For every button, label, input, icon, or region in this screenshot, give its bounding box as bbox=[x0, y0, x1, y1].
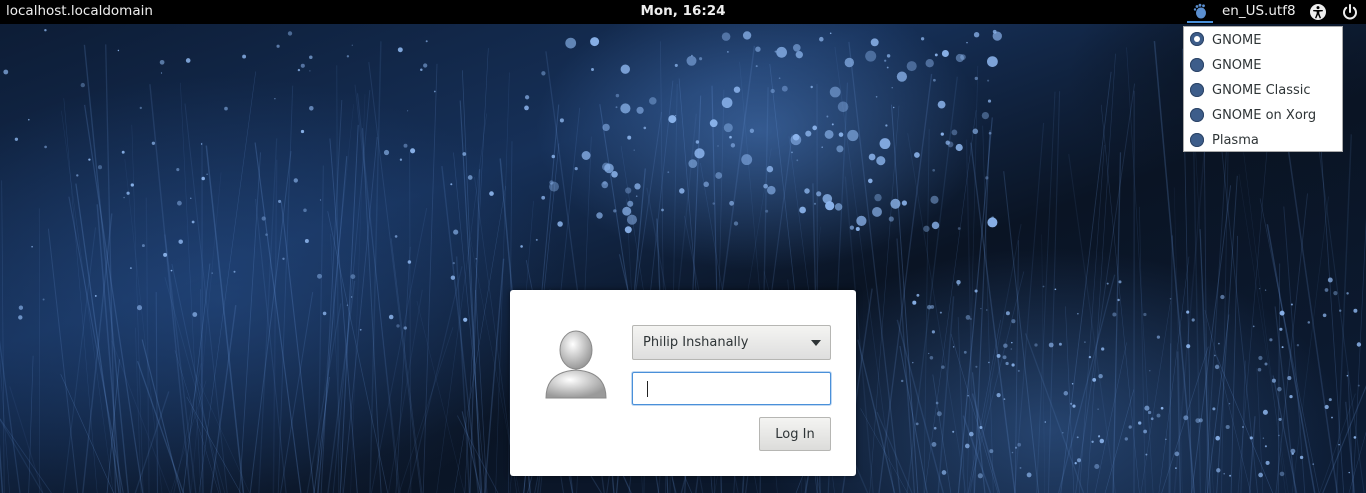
text-caret bbox=[647, 381, 648, 397]
session-item-label: GNOME Classic bbox=[1212, 83, 1311, 98]
radio-icon bbox=[1190, 108, 1204, 122]
locale-indicator[interactable]: en_US.utf8 bbox=[1222, 3, 1296, 19]
top-bar: localhost.localdomain Mon, 16:24 en_US.u… bbox=[0, 0, 1366, 24]
accessibility-icon[interactable] bbox=[1309, 3, 1327, 21]
session-item[interactable]: GNOME bbox=[1184, 27, 1342, 53]
session-item[interactable]: GNOME bbox=[1184, 53, 1342, 78]
user-avatar-icon bbox=[545, 330, 607, 399]
session-item-label: GNOME bbox=[1212, 32, 1262, 48]
session-item-label: GNOME bbox=[1212, 58, 1262, 73]
login-dialog: Philip Inshanally Log In bbox=[510, 290, 856, 476]
radio-checked-icon bbox=[1190, 32, 1204, 46]
password-field[interactable] bbox=[632, 372, 831, 405]
session-menu-button[interactable] bbox=[1187, 1, 1213, 23]
log-in-button[interactable]: Log In bbox=[759, 417, 831, 451]
radio-icon bbox=[1190, 133, 1204, 147]
user-select[interactable]: Philip Inshanally bbox=[632, 325, 831, 360]
session-item[interactable]: GNOME on Xorg bbox=[1184, 103, 1342, 128]
clock[interactable]: Mon, 16:24 bbox=[640, 3, 725, 19]
hostname: localhost.localdomain bbox=[6, 3, 153, 19]
session-item[interactable]: GNOME Classic bbox=[1184, 78, 1342, 103]
session-item-label: Plasma bbox=[1212, 133, 1259, 148]
radio-icon bbox=[1190, 58, 1204, 72]
gnome-foot-icon bbox=[1193, 3, 1206, 19]
session-item[interactable]: Plasma bbox=[1184, 128, 1342, 153]
power-icon[interactable] bbox=[1341, 3, 1359, 21]
selected-user: Philip Inshanally bbox=[643, 335, 749, 350]
session-menu: GNOME GNOME GNOME Classic GNOME on Xorg … bbox=[1183, 26, 1343, 152]
radio-icon bbox=[1190, 83, 1204, 97]
chevron-down-icon bbox=[811, 340, 821, 346]
session-item-label: GNOME on Xorg bbox=[1212, 108, 1317, 123]
